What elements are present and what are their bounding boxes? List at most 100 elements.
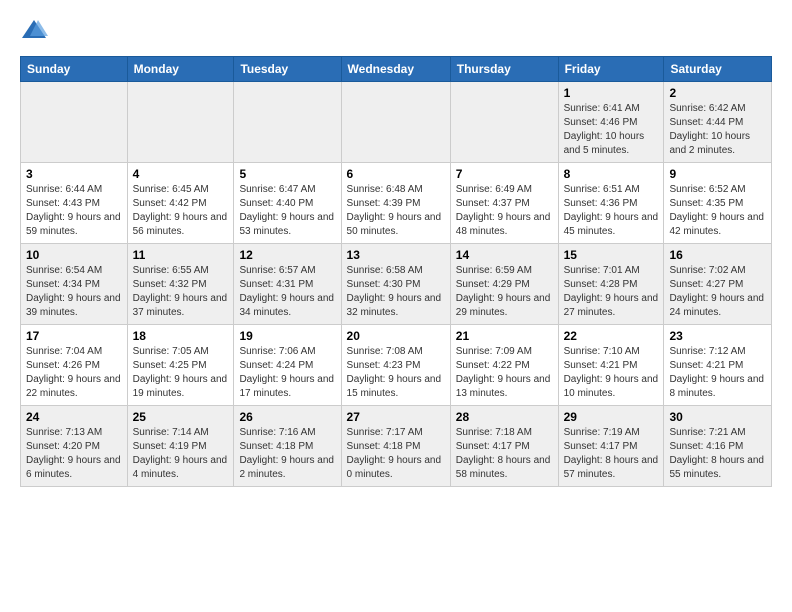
day-info: Sunrise: 7:14 AMSunset: 4:19 PMDaylight:… [133, 426, 229, 482]
day-number: 23 [669, 329, 766, 343]
table-row: 17 Sunrise: 7:04 AMSunset: 4:26 PMDayligh… [21, 325, 128, 406]
col-sunday: Sunday [21, 57, 128, 82]
day-number: 9 [669, 167, 766, 181]
table-row: 11 Sunrise: 6:55 AMSunset: 4:32 PMDayligh… [127, 244, 234, 325]
day-info: Sunrise: 7:08 AMSunset: 4:23 PMDaylight:… [347, 345, 445, 401]
day-info: Sunrise: 6:59 AMSunset: 4:29 PMDaylight:… [456, 264, 553, 320]
day-info: Sunrise: 6:44 AMSunset: 4:43 PMDaylight:… [26, 183, 122, 239]
day-info: Sunrise: 6:52 AMSunset: 4:35 PMDaylight:… [669, 183, 766, 239]
day-number: 30 [669, 410, 766, 424]
table-row: 23 Sunrise: 7:12 AMSunset: 4:21 PMDayligh… [664, 325, 772, 406]
table-row: 24 Sunrise: 7:13 AMSunset: 4:20 PMDayligh… [21, 406, 128, 487]
calendar-week-row: 24 Sunrise: 7:13 AMSunset: 4:20 PMDayligh… [21, 406, 772, 487]
day-number: 24 [26, 410, 122, 424]
calendar-week-row: 10 Sunrise: 6:54 AMSunset: 4:34 PMDayligh… [21, 244, 772, 325]
day-number: 18 [133, 329, 229, 343]
table-row: 29 Sunrise: 7:19 AMSunset: 4:17 PMDayligh… [558, 406, 664, 487]
table-row: 28 Sunrise: 7:18 AMSunset: 4:17 PMDayligh… [450, 406, 558, 487]
day-number: 8 [564, 167, 659, 181]
day-number: 5 [239, 167, 335, 181]
day-number: 6 [347, 167, 445, 181]
day-number: 25 [133, 410, 229, 424]
day-info: Sunrise: 7:04 AMSunset: 4:26 PMDaylight:… [26, 345, 122, 401]
page: Sunday Monday Tuesday Wednesday Thursday… [0, 0, 792, 497]
table-row: 25 Sunrise: 7:14 AMSunset: 4:19 PMDayligh… [127, 406, 234, 487]
day-info: Sunrise: 6:49 AMSunset: 4:37 PMDaylight:… [456, 183, 553, 239]
day-info: Sunrise: 6:58 AMSunset: 4:30 PMDaylight:… [347, 264, 445, 320]
table-row: 20 Sunrise: 7:08 AMSunset: 4:23 PMDayligh… [341, 325, 450, 406]
day-number: 29 [564, 410, 659, 424]
day-number: 15 [564, 248, 659, 262]
day-info: Sunrise: 7:16 AMSunset: 4:18 PMDaylight:… [239, 426, 335, 482]
col-monday: Monday [127, 57, 234, 82]
table-row [127, 82, 234, 163]
table-row: 21 Sunrise: 7:09 AMSunset: 4:22 PMDayligh… [450, 325, 558, 406]
calendar-week-row: 1Sunrise: 6:41 AMSunset: 4:46 PMDaylight… [21, 82, 772, 163]
day-info: Sunrise: 7:01 AMSunset: 4:28 PMDaylight:… [564, 264, 659, 320]
table-row: 3 Sunrise: 6:44 AMSunset: 4:43 PMDaylight… [21, 163, 128, 244]
day-info: Sunrise: 6:54 AMSunset: 4:34 PMDaylight:… [26, 264, 122, 320]
col-wednesday: Wednesday [341, 57, 450, 82]
day-info: Sunrise: 6:45 AMSunset: 4:42 PMDaylight:… [133, 183, 229, 239]
table-row: 6 Sunrise: 6:48 AMSunset: 4:39 PMDaylight… [341, 163, 450, 244]
day-info: Sunrise: 7:06 AMSunset: 4:24 PMDaylight:… [239, 345, 335, 401]
table-row: 16Sunrise: 7:02 AMSunset: 4:27 PMDayligh… [664, 244, 772, 325]
day-info: Sunrise: 7:12 AMSunset: 4:21 PMDaylight:… [669, 345, 766, 401]
day-info: Sunrise: 6:55 AMSunset: 4:32 PMDaylight:… [133, 264, 229, 320]
day-info: Sunrise: 7:18 AMSunset: 4:17 PMDaylight:… [456, 426, 553, 482]
day-info: Sunrise: 7:21 AMSunset: 4:16 PMDaylight:… [669, 426, 766, 482]
day-info: Sunrise: 7:19 AMSunset: 4:17 PMDaylight:… [564, 426, 659, 482]
day-number: 20 [347, 329, 445, 343]
day-number: 28 [456, 410, 553, 424]
table-row [234, 82, 341, 163]
table-row: 26 Sunrise: 7:16 AMSunset: 4:18 PMDayligh… [234, 406, 341, 487]
table-row: 15 Sunrise: 7:01 AMSunset: 4:28 PMDayligh… [558, 244, 664, 325]
day-info: Sunrise: 7:02 AMSunset: 4:27 PMDaylight:… [669, 264, 766, 320]
day-info: Sunrise: 7:09 AMSunset: 4:22 PMDaylight:… [456, 345, 553, 401]
day-info: Sunrise: 7:05 AMSunset: 4:25 PMDaylight:… [133, 345, 229, 401]
col-saturday: Saturday [664, 57, 772, 82]
calendar-header-row: Sunday Monday Tuesday Wednesday Thursday… [21, 57, 772, 82]
day-info: Sunrise: 7:10 AMSunset: 4:21 PMDaylight:… [564, 345, 659, 401]
day-number: 14 [456, 248, 553, 262]
table-row: 12 Sunrise: 6:57 AMSunset: 4:31 PMDayligh… [234, 244, 341, 325]
day-info: Sunrise: 6:48 AMSunset: 4:39 PMDaylight:… [347, 183, 445, 239]
day-info: Sunrise: 6:57 AMSunset: 4:31 PMDaylight:… [239, 264, 335, 320]
day-number: 22 [564, 329, 659, 343]
table-row: 19 Sunrise: 7:06 AMSunset: 4:24 PMDayligh… [234, 325, 341, 406]
day-number: 10 [26, 248, 122, 262]
day-number: 17 [26, 329, 122, 343]
day-number: 27 [347, 410, 445, 424]
day-number: 2 [669, 86, 766, 100]
table-row: 4Sunrise: 6:45 AMSunset: 4:42 PMDaylight… [127, 163, 234, 244]
day-info: Sunrise: 6:42 AMSunset: 4:44 PMDaylight:… [669, 102, 766, 158]
calendar-week-row: 3 Sunrise: 6:44 AMSunset: 4:43 PMDaylight… [21, 163, 772, 244]
col-friday: Friday [558, 57, 664, 82]
table-row [341, 82, 450, 163]
day-info: Sunrise: 7:13 AMSunset: 4:20 PMDaylight:… [26, 426, 122, 482]
table-row [450, 82, 558, 163]
table-row: 22 Sunrise: 7:10 AMSunset: 4:21 PMDayligh… [558, 325, 664, 406]
day-number: 21 [456, 329, 553, 343]
day-number: 11 [133, 248, 229, 262]
day-number: 26 [239, 410, 335, 424]
table-row: 27Sunrise: 7:17 AMSunset: 4:18 PMDayligh… [341, 406, 450, 487]
day-number: 12 [239, 248, 335, 262]
table-row: 8 Sunrise: 6:51 AMSunset: 4:36 PMDaylight… [558, 163, 664, 244]
table-row: 2 Sunrise: 6:42 AMSunset: 4:44 PMDaylight… [664, 82, 772, 163]
table-row: 13 Sunrise: 6:58 AMSunset: 4:30 PMDayligh… [341, 244, 450, 325]
table-row: 14 Sunrise: 6:59 AMSunset: 4:29 PMDayligh… [450, 244, 558, 325]
table-row: 30 Sunrise: 7:21 AMSunset: 4:16 PMDayligh… [664, 406, 772, 487]
day-number: 13 [347, 248, 445, 262]
day-info: Sunrise: 6:51 AMSunset: 4:36 PMDaylight:… [564, 183, 659, 239]
calendar: Sunday Monday Tuesday Wednesday Thursday… [20, 56, 772, 487]
table-row: 1Sunrise: 6:41 AMSunset: 4:46 PMDaylight… [558, 82, 664, 163]
day-info: Sunrise: 6:41 AMSunset: 4:46 PMDaylight:… [564, 102, 659, 158]
table-row: 7Sunrise: 6:49 AMSunset: 4:37 PMDaylight… [450, 163, 558, 244]
header [20, 16, 772, 44]
day-number: 3 [26, 167, 122, 181]
day-number: 19 [239, 329, 335, 343]
table-row: 5Sunrise: 6:47 AMSunset: 4:40 PMDaylight… [234, 163, 341, 244]
logo-icon [20, 16, 48, 44]
calendar-week-row: 17 Sunrise: 7:04 AMSunset: 4:26 PMDayligh… [21, 325, 772, 406]
